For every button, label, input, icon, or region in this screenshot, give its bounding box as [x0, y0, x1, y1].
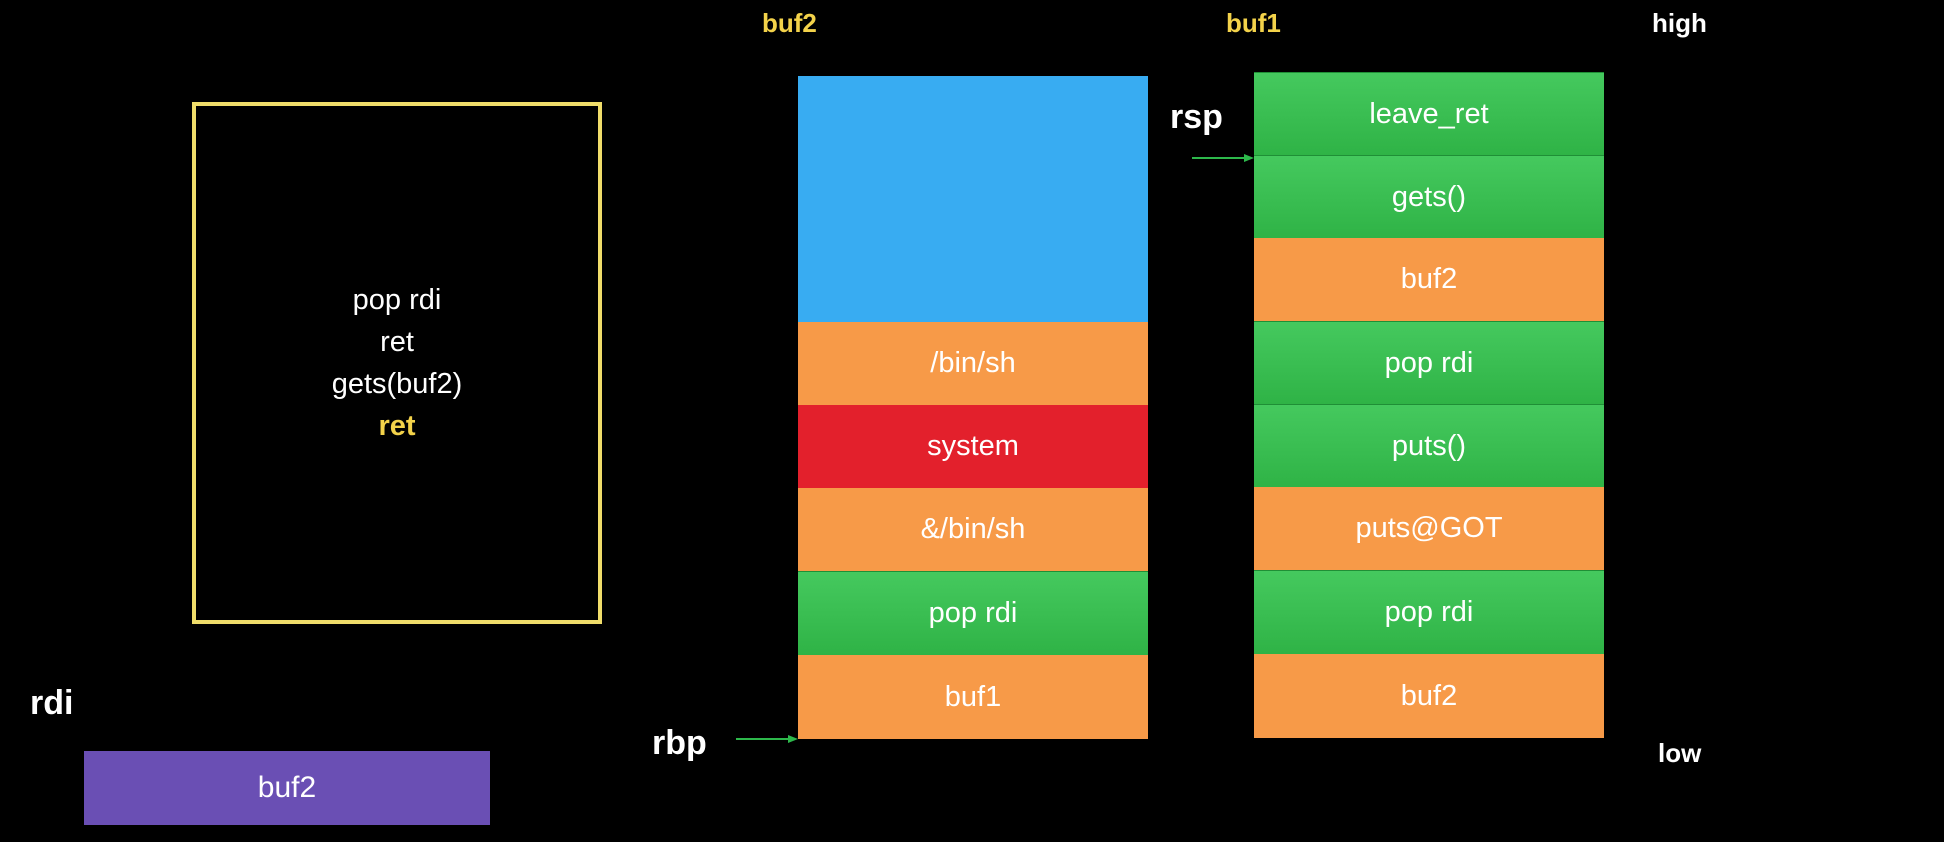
rbp-arrow	[736, 735, 798, 743]
pointer-arrows	[736, 154, 1254, 743]
rsp-arrow	[1192, 154, 1254, 162]
